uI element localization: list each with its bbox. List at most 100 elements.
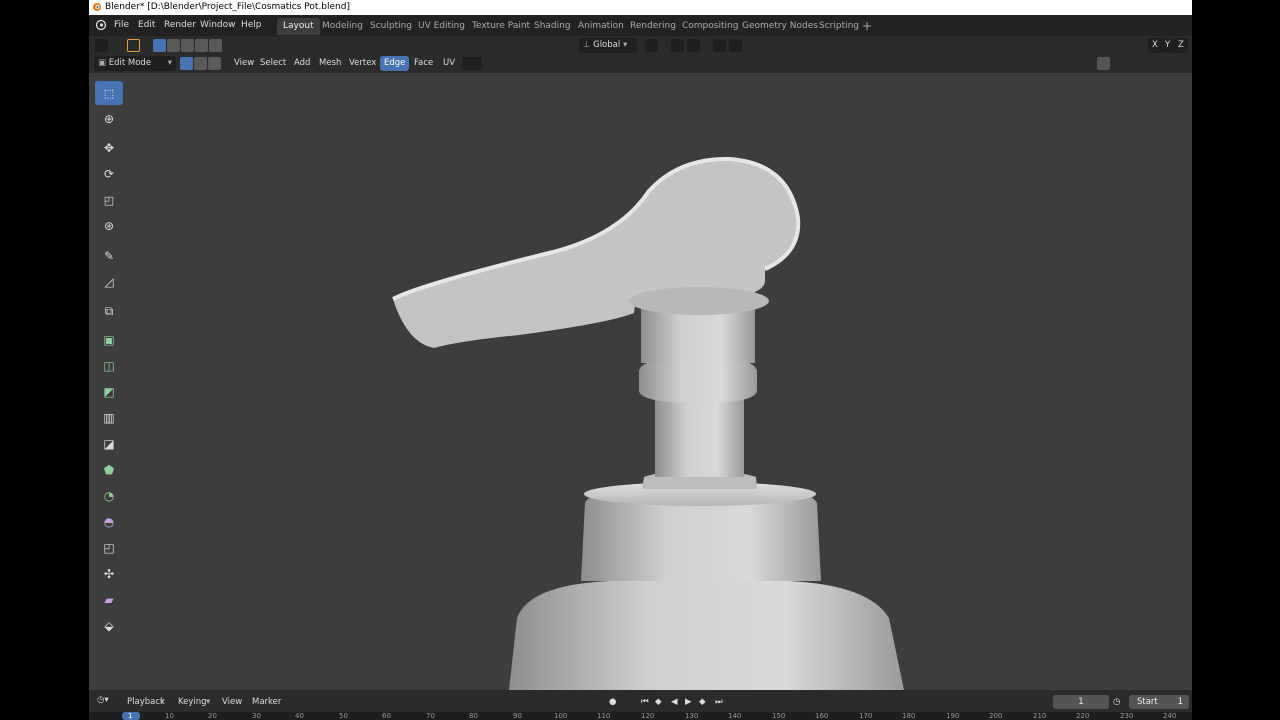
tool-select-box[interactable]: ⬚ — [95, 81, 123, 105]
visibility-icon[interactable] — [1071, 57, 1084, 70]
current-frame-field[interactable]: 1 — [1053, 695, 1109, 709]
face-select-icon[interactable] — [208, 57, 221, 70]
add-workspace-icon[interactable]: + — [862, 19, 872, 33]
menu-window[interactable]: Window — [200, 20, 236, 30]
prev-keyframe-icon[interactable]: ◆ — [655, 697, 662, 707]
record-icon[interactable]: ● — [609, 697, 616, 707]
viewport-header: ▣ Edit Mode ▾ View Select Add Mesh Verte… — [89, 54, 1192, 73]
vertex-select-icon[interactable] — [180, 57, 193, 70]
tab-texture-paint[interactable]: Texture Paint — [466, 18, 536, 35]
mode-dropdown[interactable]: ▣ Edit Mode ▾ — [94, 56, 176, 71]
falloff-icon[interactable] — [729, 39, 742, 52]
overlay-dropdown-icon[interactable] — [462, 57, 482, 70]
tool-spin[interactable]: ◔ — [95, 484, 123, 508]
proportional-edit-icon[interactable] — [713, 39, 726, 52]
3d-viewport[interactable]: ⬚ ⊕ ✥ ⟳ ◰ ⊛ ✎ ◿ ⧉ ▣ ◫ ◩ ▥ ◪ ⬟ ◔ ◓ ◰ ✣ ▰ … — [89, 73, 1192, 690]
select-extend-icon[interactable] — [167, 39, 180, 52]
measure-icon: ◿ — [104, 275, 114, 289]
ruler-tick: 40 — [295, 712, 304, 720]
mirror-options-icon[interactable] — [1134, 39, 1147, 52]
tool-cursor[interactable]: ⊕ — [95, 107, 123, 131]
menu-file[interactable]: File — [114, 20, 129, 30]
next-keyframe-icon[interactable]: ◆ — [699, 697, 706, 707]
tool-annotate[interactable]: ✎ — [95, 244, 123, 268]
ruler-tick: 210 — [1033, 712, 1047, 720]
tool-shrink-fatten[interactable]: ✣ — [95, 562, 123, 586]
menu-edit[interactable]: Edit — [138, 20, 155, 30]
pivot-point-icon[interactable] — [645, 39, 658, 52]
menu-select[interactable]: Select — [256, 56, 290, 71]
tool-poly-build[interactable]: ⬟ — [95, 458, 123, 482]
ruler-tick: 140 — [728, 712, 742, 720]
xray-icon[interactable] — [1163, 57, 1176, 70]
timeline-view-menu[interactable]: View — [222, 697, 242, 707]
tool-rip-region[interactable]: ⬙ — [95, 614, 123, 638]
menu-mesh[interactable]: Mesh — [315, 56, 345, 71]
tool-measure[interactable]: ◿ — [95, 270, 123, 294]
select-new-icon[interactable] — [153, 39, 166, 52]
tool-transform[interactable]: ⊛ — [95, 214, 123, 238]
chevron-down-icon: ▾ — [160, 697, 165, 707]
snap-target-icon[interactable] — [687, 39, 700, 52]
ruler-tick: 10 — [165, 712, 174, 720]
select-invert-icon[interactable] — [195, 39, 208, 52]
play-icon[interactable]: ▶ — [685, 697, 692, 707]
tab-modeling[interactable]: Modeling — [316, 18, 369, 35]
mirror-x-toggle[interactable]: X — [1148, 38, 1162, 53]
menu-vertex[interactable]: Vertex — [345, 56, 380, 71]
jump-start-icon[interactable]: ⏮ — [641, 697, 649, 707]
tab-scripting[interactable]: Scripting — [813, 18, 865, 35]
mirror-z-toggle[interactable]: Z — [1174, 38, 1188, 53]
tool-move[interactable]: ✥ — [95, 136, 123, 160]
tab-shading[interactable]: Shading — [528, 18, 577, 35]
play-reverse-icon[interactable]: ◀ — [671, 697, 678, 707]
editor-type-icon[interactable] — [95, 39, 108, 52]
menu-add[interactable]: Add — [290, 56, 314, 71]
tool-extrude-region[interactable]: ▣ — [95, 328, 123, 352]
timeline-keying-menu[interactable]: Keying — [178, 697, 207, 707]
tool-add-cube[interactable]: ⧉ — [95, 299, 123, 323]
ruler-tick: 190 — [946, 712, 960, 720]
tool-settings-header: ⊥ Global ▾ X Y Z — [89, 36, 1192, 54]
tab-rendering[interactable]: Rendering — [624, 18, 682, 35]
transform-orientation-dropdown[interactable]: ⊥ Global ▾ — [579, 38, 637, 53]
select-subtract-icon[interactable] — [181, 39, 194, 52]
scale-icon: ◰ — [103, 193, 115, 207]
tab-animation[interactable]: Animation — [572, 18, 630, 35]
menu-render[interactable]: Render — [164, 20, 196, 30]
tool-scale[interactable]: ◰ — [95, 188, 123, 212]
mirror-y-toggle[interactable]: Y — [1161, 38, 1175, 53]
menu-help[interactable]: Help — [241, 20, 262, 30]
tool-inset-faces[interactable]: ◫ — [95, 354, 123, 378]
tool-bevel[interactable]: ◩ — [95, 380, 123, 404]
blender-menu-icon[interactable] — [95, 19, 107, 31]
tool-loop-cut[interactable]: ▥ — [95, 406, 123, 430]
timeline-editor-icon[interactable]: ◷▾ — [97, 695, 109, 705]
menu-edge[interactable]: Edge — [380, 56, 410, 71]
jump-end-icon[interactable]: ⏭ — [715, 697, 723, 707]
tool-smooth[interactable]: ◓ — [95, 510, 123, 534]
tab-uv-editing[interactable]: UV Editing — [412, 18, 471, 35]
menu-view[interactable]: View — [230, 56, 258, 71]
preview-range-icon[interactable]: ◷ — [1113, 697, 1120, 707]
tool-shear[interactable]: ▰ — [95, 588, 123, 612]
timeline-marker-menu[interactable]: Marker — [252, 697, 281, 707]
snap-icon[interactable] — [671, 39, 684, 52]
edge-select-icon[interactable] — [194, 57, 207, 70]
overlays-icon[interactable] — [1129, 57, 1142, 70]
shading-solid-icon[interactable] — [1179, 57, 1192, 70]
tab-compositing[interactable]: Compositing — [676, 18, 744, 35]
select-tool-icon[interactable] — [127, 39, 140, 52]
start-frame-field[interactable]: Start 1 — [1129, 695, 1189, 709]
gizmo-icon[interactable] — [1097, 57, 1110, 70]
menu-face[interactable]: Face — [410, 56, 437, 71]
select-intersect-icon[interactable] — [209, 39, 222, 52]
tool-rotate[interactable]: ⟳ — [95, 162, 123, 186]
tab-geometry-nodes[interactable]: Geometry Nodes — [736, 18, 824, 35]
tool-knife[interactable]: ◪ — [95, 432, 123, 456]
tool-edge-slide[interactable]: ◰ — [95, 536, 123, 560]
tab-sculpting[interactable]: Sculpting — [364, 18, 418, 35]
menu-uv[interactable]: UV — [439, 56, 459, 71]
tab-layout[interactable]: Layout — [277, 18, 320, 35]
timeline-ruler[interactable]: 1 10 20 30 40 50 60 70 80 90 100 110 120… — [89, 712, 1192, 720]
